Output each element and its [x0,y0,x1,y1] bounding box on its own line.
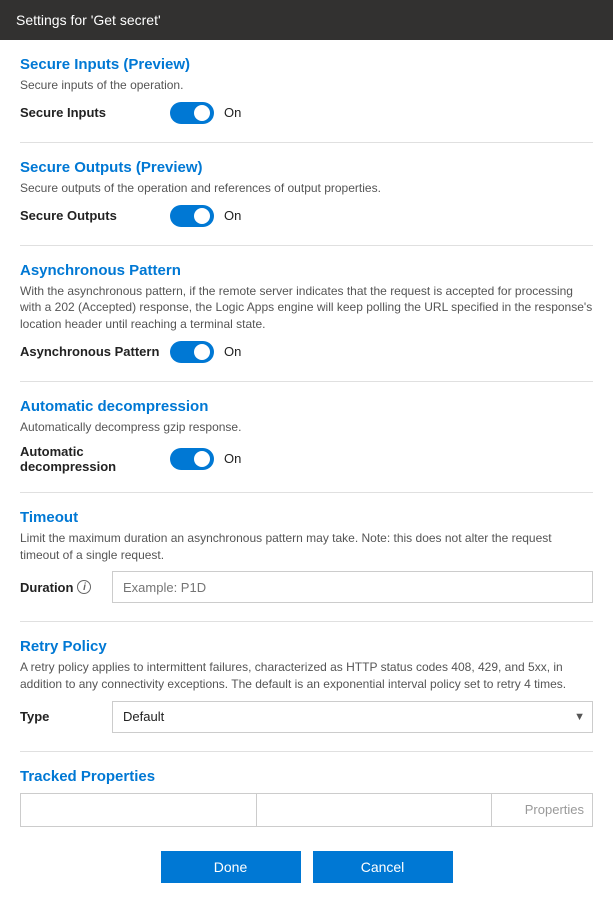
auto-decomp-track [170,448,214,470]
secure-outputs-state: On [224,208,241,223]
auto-decomp-desc: Automatically decompress gzip response. [20,419,593,436]
title-bar: Settings for 'Get secret' [0,0,613,40]
tracked-key-input[interactable] [21,794,257,826]
secure-inputs-title: Secure Inputs (Preview) [20,56,593,73]
async-pattern-label: Asynchronous Pattern [20,344,160,359]
async-pattern-section: Asynchronous Pattern With the asynchrono… [20,262,593,363]
auto-decomp-title: Automatic decompression [20,398,593,415]
retry-type-wrapper: Default None Fixed Exponential ▼ [112,701,593,733]
secure-outputs-thumb [194,208,210,224]
async-pattern-toggle[interactable] [170,341,214,363]
secure-outputs-toggle-row: Secure Outputs On [20,205,593,227]
done-button[interactable]: Done [161,851,301,883]
duration-label: Duration i [20,580,100,595]
async-pattern-state: On [224,344,241,359]
button-row: Done Cancel [20,851,593,899]
secure-inputs-thumb [194,105,210,121]
timeout-title: Timeout [20,509,593,526]
tracked-properties-placeholder: Properties [492,794,592,826]
secure-inputs-state: On [224,105,241,120]
cancel-button[interactable]: Cancel [313,851,453,883]
secure-outputs-track [170,205,214,227]
retry-type-label: Type [20,709,100,724]
secure-outputs-title: Secure Outputs (Preview) [20,159,593,176]
secure-outputs-toggle[interactable] [170,205,214,227]
timeout-section: Timeout Limit the maximum duration an as… [20,509,593,604]
auto-decomp-thumb [194,451,210,467]
tracked-properties-row: Properties [20,793,593,827]
async-pattern-toggle-row: Asynchronous Pattern On [20,341,593,363]
auto-decomp-state: On [224,451,241,466]
auto-decomp-section: Automatic decompression Automatically de… [20,398,593,474]
secure-inputs-section: Secure Inputs (Preview) Secure inputs of… [20,56,593,124]
auto-decomp-label2: decompression [20,459,160,474]
async-pattern-track [170,341,214,363]
secure-inputs-label: Secure Inputs [20,105,160,120]
auto-decomp-toggle[interactable] [170,448,214,470]
secure-inputs-toggle[interactable] [170,102,214,124]
tracked-value-input[interactable] [257,794,493,826]
retry-type-select[interactable]: Default None Fixed Exponential [112,701,593,733]
divider-5 [20,621,593,622]
divider-6 [20,751,593,752]
auto-decomp-label-wrap: Automatic decompression [20,444,160,474]
secure-outputs-section: Secure Outputs (Preview) Secure outputs … [20,159,593,227]
duration-input[interactable] [112,571,593,603]
secure-inputs-toggle-row: Secure Inputs On [20,102,593,124]
retry-policy-section: Retry Policy A retry policy applies to i… [20,638,593,733]
divider-1 [20,142,593,143]
title-text: Settings for 'Get secret' [16,12,161,28]
duration-row: Duration i [20,571,593,603]
async-pattern-thumb [194,344,210,360]
timeout-desc: Limit the maximum duration an asynchrono… [20,530,593,564]
secure-outputs-desc: Secure outputs of the operation and refe… [20,180,593,197]
tracked-properties-section: Tracked Properties Properties [20,768,593,827]
retry-policy-title: Retry Policy [20,638,593,655]
divider-3 [20,381,593,382]
retry-type-row: Type Default None Fixed Exponential ▼ [20,701,593,733]
secure-outputs-label: Secure Outputs [20,208,160,223]
divider-2 [20,245,593,246]
async-pattern-desc: With the asynchronous pattern, if the re… [20,283,593,333]
duration-info-icon[interactable]: i [77,580,91,594]
auto-decomp-label1: Automatic [20,444,160,459]
tracked-properties-title: Tracked Properties [20,768,593,785]
auto-decomp-toggle-row: Automatic decompression On [20,444,593,474]
divider-4 [20,492,593,493]
secure-inputs-desc: Secure inputs of the operation. [20,77,593,94]
async-pattern-title: Asynchronous Pattern [20,262,593,279]
settings-content: Secure Inputs (Preview) Secure inputs of… [0,40,613,915]
retry-policy-desc: A retry policy applies to intermittent f… [20,659,593,693]
secure-inputs-track [170,102,214,124]
